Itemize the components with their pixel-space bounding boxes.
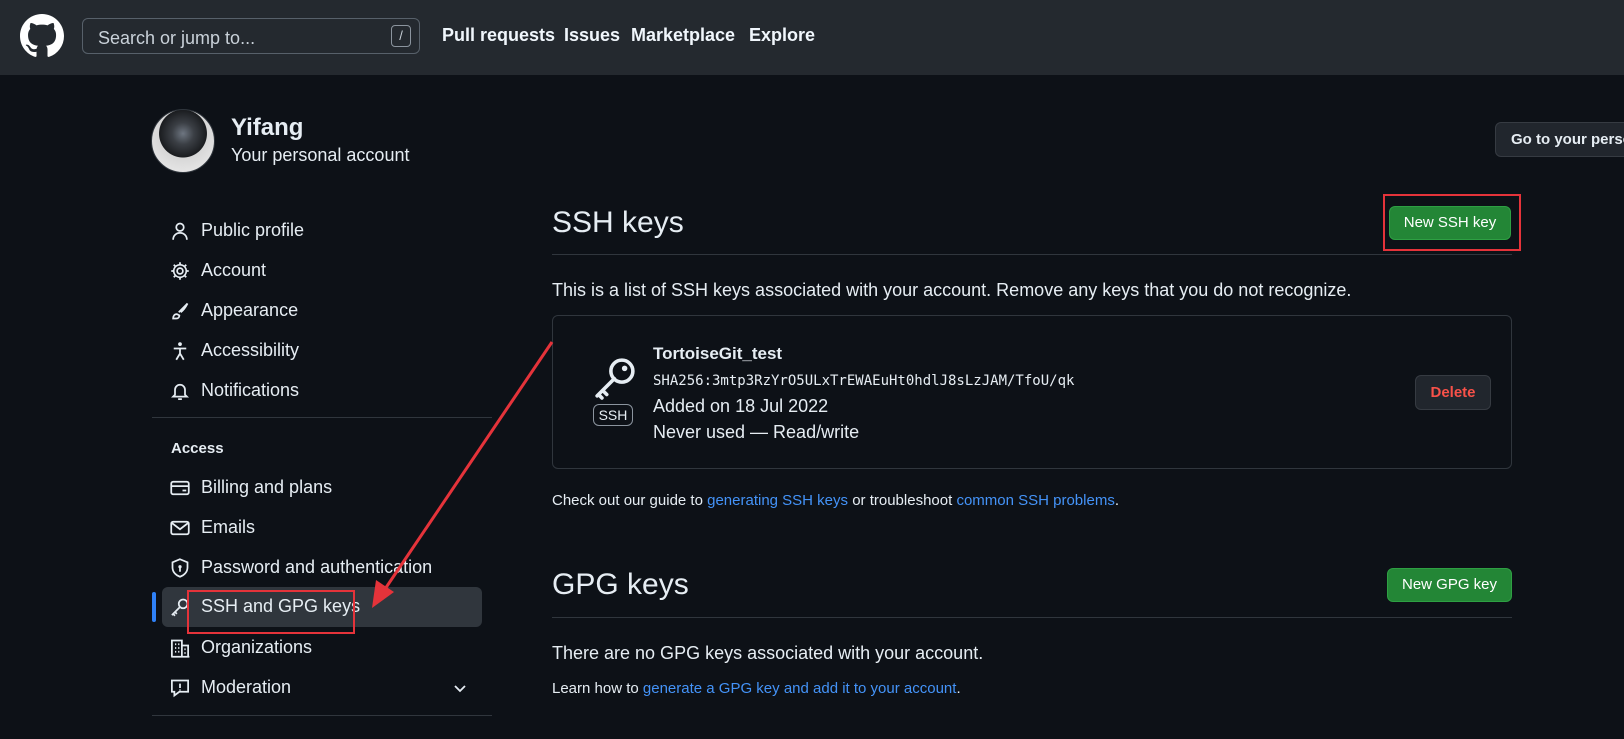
annotation-arrow — [372, 341, 554, 608]
